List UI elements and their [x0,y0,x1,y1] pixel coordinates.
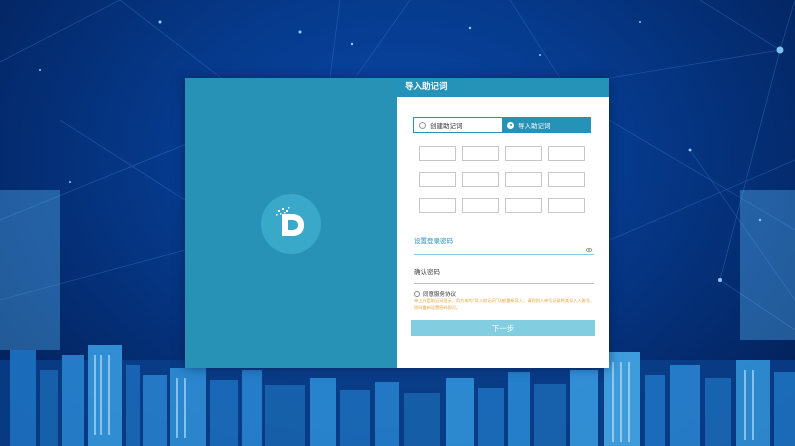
mnemonic-word-input-6[interactable] [462,172,499,187]
mnemonic-word-input-11[interactable] [505,198,542,213]
eye-icon[interactable] [586,248,592,252]
next-button[interactable]: 下一步 [411,320,595,336]
agree-terms-radio[interactable]: 同意服务协议 [414,290,456,298]
confirm-password-input[interactable] [414,274,584,282]
mnemonic-word-input-12[interactable] [548,198,585,213]
mnemonic-word-input-7[interactable] [505,172,542,187]
radio-icon [507,121,514,129]
mnemonic-word-input-10[interactable] [462,198,499,213]
radio-icon [419,121,426,129]
tab-label: 创建助记词 [430,122,463,130]
import-mnemonic-dialog: 导入助记词 创建助记词 导入助记词 设置登录密码 确认密码 同意服务协议 单上方… [185,78,609,368]
mnemonic-word-input-8[interactable] [548,172,585,187]
password-underline [414,254,594,255]
mnemonic-word-input-1[interactable] [419,146,456,161]
mnemonic-word-input-2[interactable] [462,146,499,161]
tab-create-mnemonic[interactable]: 创建助记词 [414,118,502,132]
mode-tabs: 创建助记词 导入助记词 [413,117,591,133]
form-panel: 导入助记词 创建助记词 导入助记词 设置登录密码 确认密码 同意服务协议 单上方… [397,78,609,368]
dialog-title: 导入助记词 [397,78,609,97]
confirm-password-underline [414,283,594,284]
radio-icon [414,291,420,297]
password-input[interactable] [414,245,584,253]
mnemonic-word-input-4[interactable] [548,146,585,161]
mnemonic-word-input-5[interactable] [419,172,456,187]
warning-text: 单上方是助记词显示，用方来的“导入助记词”功能重新导入；请到别人单号记录将其导入… [414,298,595,310]
agree-terms-label: 同意服务协议 [423,292,457,298]
mnemonic-word-grid [419,146,591,213]
mnemonic-word-input-3[interactable] [505,146,542,161]
password-label: 设置登录密码 [414,237,453,245]
brand-panel [185,78,397,368]
tab-label: 导入助记词 [518,122,551,130]
tab-import-mnemonic[interactable]: 导入助记词 [502,118,590,132]
mnemonic-word-input-9[interactable] [419,198,456,213]
d-logo-icon [261,194,321,254]
